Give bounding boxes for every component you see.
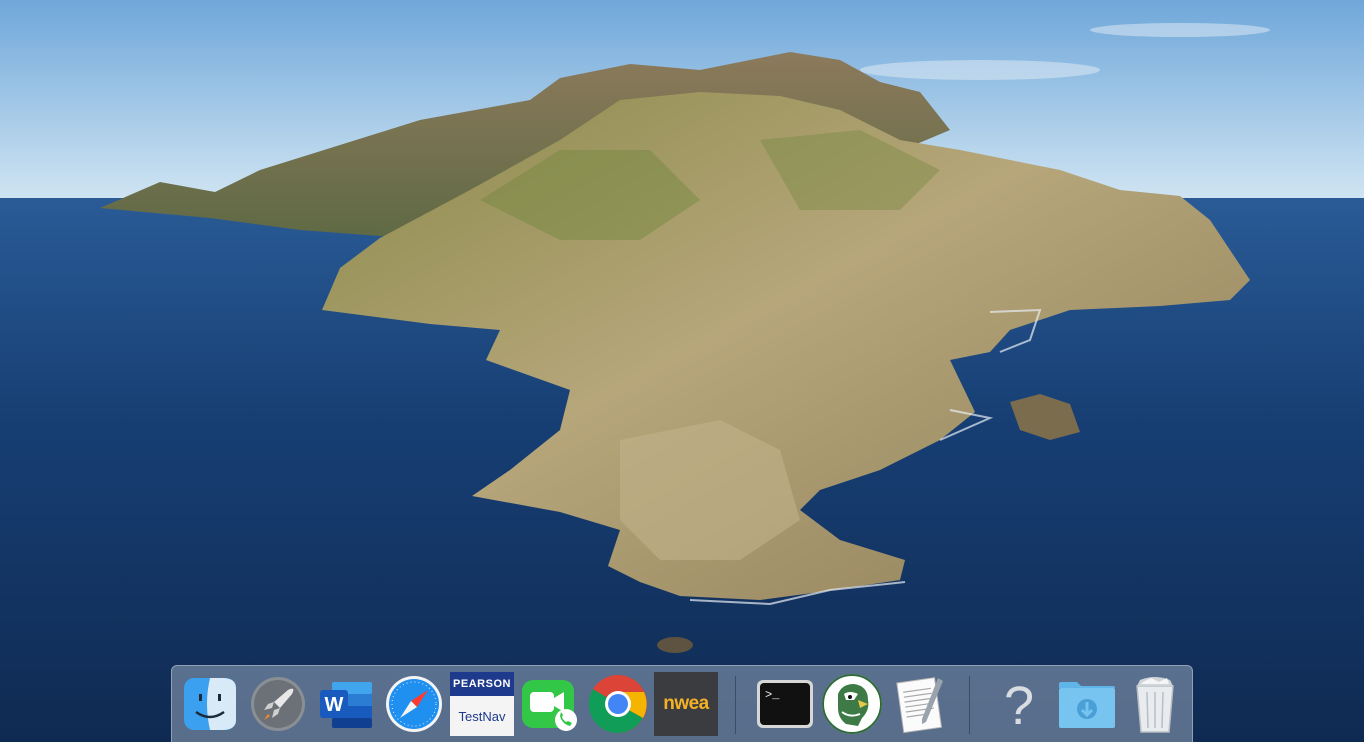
wallpaper-catalina-island xyxy=(0,0,1364,742)
pearson-label: PEARSON xyxy=(450,672,514,696)
dock-launchpad[interactable] xyxy=(246,672,310,736)
desktop: W PEARSON TestNav nwea >_ ? xyxy=(0,0,1364,742)
dock-separator xyxy=(969,676,970,734)
textedit-icon xyxy=(896,677,943,734)
facetime-icon xyxy=(522,680,577,731)
chrome-icon xyxy=(588,675,647,733)
testnav-label: TestNav xyxy=(450,696,514,736)
dock-trash[interactable] xyxy=(1123,672,1187,736)
trash-icon xyxy=(1136,677,1174,733)
dock: W PEARSON TestNav nwea >_ ? xyxy=(171,665,1193,742)
dock-terminal[interactable]: >_ xyxy=(753,672,817,736)
nwea-label: nwea xyxy=(663,693,709,714)
dock-chrome[interactable] xyxy=(586,672,650,736)
dock-unknown-app[interactable]: ? xyxy=(987,672,1051,736)
eagle-mascot-icon xyxy=(822,674,882,734)
safari-compass-icon xyxy=(386,676,442,732)
word-letter: W xyxy=(325,694,344,716)
nwea-icon: nwea xyxy=(654,672,718,736)
terminal-icon: >_ xyxy=(757,680,813,728)
downloads-folder-icon xyxy=(1059,682,1115,728)
finder-icon xyxy=(184,678,236,730)
launchpad-rocket-icon xyxy=(251,677,305,731)
dock-facetime[interactable] xyxy=(518,672,582,736)
pearson-testnav-icon: PEARSON TestNav xyxy=(450,672,514,736)
dock-textedit[interactable] xyxy=(888,672,952,736)
dock-eagle-app[interactable] xyxy=(820,672,884,736)
question-mark-glyph: ? xyxy=(1004,676,1034,736)
dock-microsoft-word[interactable]: W xyxy=(314,672,378,736)
question-mark-icon: ? xyxy=(1004,676,1034,736)
dock-downloads[interactable] xyxy=(1055,672,1119,736)
terminal-prompt: >_ xyxy=(765,688,780,702)
dock-finder[interactable] xyxy=(178,672,242,736)
dock-nwea[interactable]: nwea xyxy=(654,672,718,736)
dock-separator xyxy=(735,676,736,734)
dock-pearson-testnav[interactable]: PEARSON TestNav xyxy=(450,672,514,736)
microsoft-word-icon: W xyxy=(320,682,372,728)
dock-safari[interactable] xyxy=(382,672,446,736)
